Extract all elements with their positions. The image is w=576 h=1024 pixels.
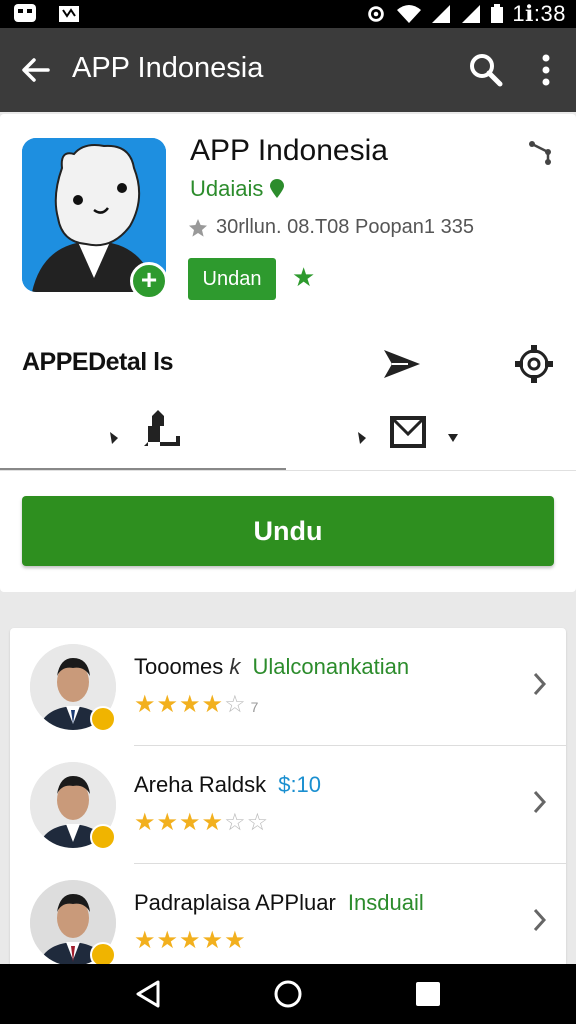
- settings-status-icon: [368, 6, 385, 22]
- chevron-right-icon[interactable]: [530, 668, 550, 700]
- details-heading: APPEDetal ls: [22, 348, 174, 376]
- add-badge-icon[interactable]: +: [130, 262, 168, 300]
- reviewer-tag: Insduail: [347, 890, 424, 915]
- divider: [0, 470, 576, 471]
- settings-gear-icon[interactable]: [512, 342, 556, 386]
- download-button[interactable]: Undu: [22, 496, 554, 566]
- reviewer-tag: $:10: [278, 772, 322, 797]
- app-name: APP Indonesia: [190, 134, 388, 167]
- star-outline-icon: [189, 218, 207, 237]
- app-toolbar: APP Indonesia: [0, 28, 576, 112]
- signal-icon: [432, 5, 451, 23]
- recents-square-icon[interactable]: [410, 976, 446, 1012]
- status-bar: 1ℹ:38: [0, 0, 576, 28]
- notification-icon: [14, 4, 36, 22]
- app-meta-text: 30rllun. 08.T08 Poopan1 335: [216, 216, 474, 238]
- clock: 1ℹ:38: [512, 1, 566, 26]
- location-pin-icon: [270, 179, 285, 198]
- wifi-icon: [397, 5, 422, 23]
- back-triangle-icon[interactable]: [130, 976, 166, 1012]
- toolbar-title: APP Indonesia: [72, 52, 264, 84]
- reviews-card: Tooomes k Ulalconankatian ★★★★☆ 7 Areha R…: [10, 628, 566, 988]
- notification-icon: [59, 6, 79, 22]
- star-rating: ★★★★☆ 7: [134, 691, 260, 718]
- list-item[interactable]: Tooomes k Ulalconankatian ★★★★☆ 7: [10, 628, 566, 746]
- install-chip-button[interactable]: Undan: [188, 258, 276, 300]
- chevron-right-icon[interactable]: [530, 786, 550, 818]
- chevron-right-icon[interactable]: [530, 904, 550, 936]
- arrow-back-icon[interactable]: [14, 48, 58, 92]
- badge-icon: [90, 824, 116, 850]
- list-item[interactable]: Areha Raldsk $:10 ★★★★☆☆: [10, 746, 566, 864]
- home-circle-icon[interactable]: [270, 976, 306, 1012]
- app-header-card: + APP Indonesia Udaiais 30rllun. 08.T08 …: [0, 114, 576, 592]
- star-icon[interactable]: ★: [292, 262, 315, 293]
- reviewer-tag: Ulalconankatian: [252, 654, 410, 679]
- reviewer-name: Padraplaisa APPluar: [134, 890, 336, 915]
- signal-icon: [462, 5, 481, 23]
- tab-downloads[interactable]: [0, 404, 286, 470]
- reviewer-name: Areha Raldsk: [134, 772, 267, 797]
- search-icon[interactable]: [464, 48, 508, 92]
- rating-count: 7: [250, 699, 260, 715]
- reviewer-separator: k: [229, 654, 241, 679]
- send-icon[interactable]: [380, 342, 424, 386]
- reviewer-name: Tooomes: [134, 654, 224, 679]
- tab-messages[interactable]: [286, 404, 576, 470]
- badge-icon: [90, 706, 116, 732]
- developer-link[interactable]: Udaiais: [190, 176, 285, 202]
- star-rating: ★★★★★: [134, 927, 247, 954]
- more-vert-icon[interactable]: [526, 48, 566, 92]
- battery-icon: [491, 4, 504, 23]
- developer-name: Udaiais: [190, 176, 264, 201]
- app-meta: 30rllun. 08.T08 Poopan1 335: [188, 216, 474, 239]
- share-icon[interactable]: [526, 138, 554, 166]
- star-rating: ★★★★☆☆: [134, 809, 270, 836]
- system-nav-bar: [0, 964, 576, 1024]
